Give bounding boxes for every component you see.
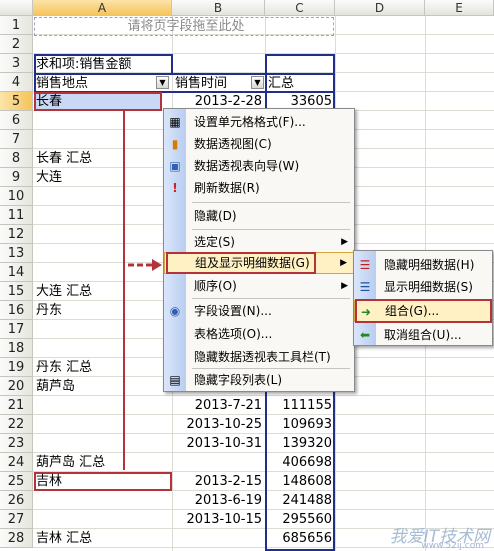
wizard-icon: ▣ [169, 159, 181, 173]
menu-item-order[interactable]: 顺序(O) ▶ [164, 275, 354, 297]
menu-item-label: 设置单元格格式(F)... [194, 115, 306, 129]
ungroup-icon: ⬅ [359, 328, 371, 342]
watermark-url: www.52ij.com [421, 541, 484, 551]
field-settings-icon: ◉ [169, 304, 181, 318]
menu-item-label: 刷新数据(R) [194, 181, 260, 195]
submenu-item-hide-detail[interactable]: ☰ 隐藏明细数据(H) [354, 254, 492, 276]
menu-item-label: 显示明细数据(S) [384, 280, 473, 294]
menu-separator [192, 298, 350, 299]
menu-item-select[interactable]: 选定(S) ▶ [164, 231, 354, 253]
menu-item-label: 隐藏明细数据(H) [384, 258, 475, 272]
submenu-arrow-icon: ▶ [341, 237, 348, 247]
spreadsheet: A B C D E 1 2 3 4 5 6 7 8 9 10 11 12 13 … [0, 0, 494, 551]
menu-item-pivot-wizard[interactable]: ▣ 数据透视表向导(W) [164, 155, 354, 177]
menu-item-label: 字段设置(N)... [194, 304, 272, 318]
menu-item-label: 选定(S) [194, 235, 235, 249]
menu-item-label: 隐藏字段列表(L) [194, 373, 283, 387]
show-detail-icon: ☰ [359, 280, 371, 294]
menu-item-label: 数据透视表向导(W) [194, 159, 300, 173]
menu-item-format-cells[interactable]: ▦ 设置单元格格式(F)... [164, 111, 354, 133]
menu-item-hide[interactable]: 隐藏(D) [164, 205, 354, 227]
menu-item-table-options[interactable]: 表格选项(O)... [164, 323, 354, 345]
hide-detail-icon: ☰ [359, 258, 371, 272]
context-menu: ▦ 设置单元格格式(F)... ▮ 数据透视图(C) ▣ 数据透视表向导(W) … [163, 108, 355, 392]
group-submenu: ☰ 隐藏明细数据(H) ☰ 显示明细数据(S) ➜ 组合(G)... ⬅ 取消组… [353, 250, 493, 346]
menu-separator [192, 229, 350, 230]
menu-item-hide-field-list[interactable]: ▤ 隐藏字段列表(L) [164, 369, 354, 391]
menu-item-label: 取消组合(U)... [384, 328, 462, 342]
format-cells-icon: ▦ [169, 115, 181, 129]
menu-item-label: 顺序(O) [194, 279, 237, 293]
menu-item-label: 数据透视图(C) [194, 137, 272, 151]
submenu-item-ungroup[interactable]: ⬅ 取消组合(U)... [354, 324, 492, 346]
annotation-arrowhead [152, 259, 162, 271]
menu-item-refresh[interactable]: ! 刷新数据(R) [164, 177, 354, 199]
menu-separator [192, 202, 350, 203]
refresh-icon: ! [172, 181, 178, 195]
submenu-arrow-icon: ▶ [341, 281, 348, 291]
annotation-box-menu-group [166, 252, 316, 274]
submenu-item-show-detail[interactable]: ☰ 显示明细数据(S) [354, 276, 492, 298]
submenu-arrow-icon: ▶ [340, 258, 347, 268]
menu-item-pivot-chart[interactable]: ▮ 数据透视图(C) [164, 133, 354, 155]
menu-item-label: 隐藏(D) [194, 209, 237, 223]
annotation-box-submenu-group [355, 299, 492, 323]
menu-item-field-settings[interactable]: ◉ 字段设置(N)... [164, 300, 354, 322]
menu-item-label: 隐藏数据透视表工具栏(T) [194, 350, 331, 364]
pivot-chart-icon: ▮ [171, 137, 179, 151]
field-list-icon: ▤ [169, 373, 181, 387]
menu-item-label: 表格选项(O)... [194, 327, 273, 341]
menu-item-hide-pivot-toolbar[interactable]: 隐藏数据透视表工具栏(T) [164, 346, 354, 368]
